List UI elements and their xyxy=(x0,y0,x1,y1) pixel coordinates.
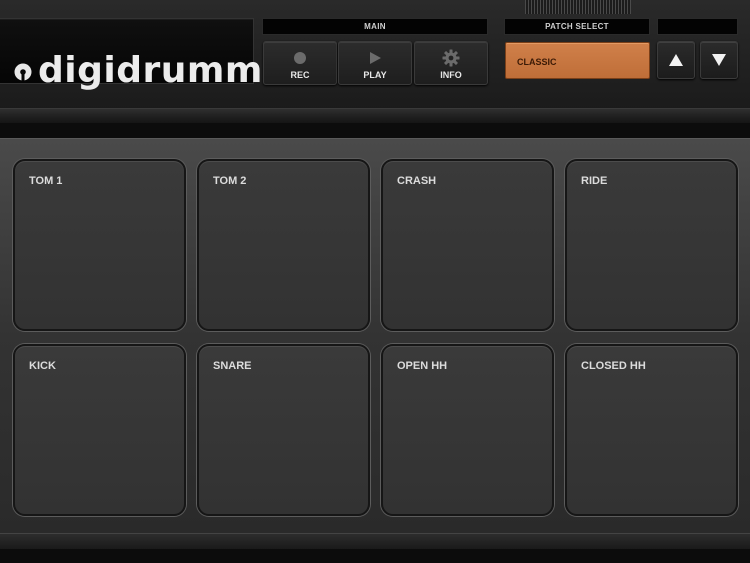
logo-panel: digidrummer xyxy=(0,18,306,91)
patch-down-button[interactable] xyxy=(700,41,738,79)
patch-up-button[interactable] xyxy=(657,41,695,79)
main-section-label: MAIN xyxy=(262,18,488,35)
pad-tom-2[interactable]: TOM 2 xyxy=(197,159,370,331)
pad-label: TOM 2 xyxy=(213,175,247,187)
play-label: PLAY xyxy=(363,70,387,80)
pad-label: KICK xyxy=(29,360,56,372)
current-patch-name: CLASSIC xyxy=(517,57,557,67)
pad-kick[interactable]: KICK xyxy=(13,344,186,516)
pad-label: CRASH xyxy=(397,175,437,187)
top-control-bar: digidrummer MAIN REC PLAY INFO PATCH SEL… xyxy=(0,0,750,110)
info-button[interactable]: INFO xyxy=(414,41,488,85)
play-button[interactable]: PLAY xyxy=(338,41,412,85)
play-icon xyxy=(339,50,411,66)
rec-label: REC xyxy=(290,70,310,80)
pad-label: TOM 1 xyxy=(29,175,63,187)
logo-icon xyxy=(14,63,32,82)
drum-pad-panel: TOM 1 TOM 2 CRASH RIDE KICK SNARE OPEN H… xyxy=(0,138,750,533)
patch-select-label: PATCH SELECT xyxy=(504,18,650,35)
rec-button[interactable]: REC xyxy=(263,41,337,85)
pad-closed-hh[interactable]: CLOSED HH xyxy=(565,344,738,516)
pad-label: OPEN HH xyxy=(397,360,448,372)
patch-display[interactable]: CLASSIC xyxy=(505,42,650,79)
pad-tom-1[interactable]: TOM 1 xyxy=(13,159,186,331)
bottom-rail xyxy=(0,533,750,549)
info-label: INFO xyxy=(440,70,462,80)
pad-label: SNARE xyxy=(213,360,252,372)
pad-ride[interactable]: RIDE xyxy=(565,159,738,331)
arrows-label-strip xyxy=(657,18,738,35)
arrow-up-icon xyxy=(669,54,683,66)
record-icon xyxy=(264,50,336,66)
pad-label: CLOSED HH xyxy=(581,360,646,372)
vent-grille xyxy=(525,0,631,14)
pad-snare[interactable]: SNARE xyxy=(197,344,370,516)
top-rail xyxy=(0,108,750,123)
gear-icon xyxy=(415,49,487,67)
pad-open-hh[interactable]: OPEN HH xyxy=(381,344,554,516)
arrow-down-icon xyxy=(712,54,726,66)
pad-label: RIDE xyxy=(581,175,608,187)
pad-crash[interactable]: CRASH xyxy=(381,159,554,331)
